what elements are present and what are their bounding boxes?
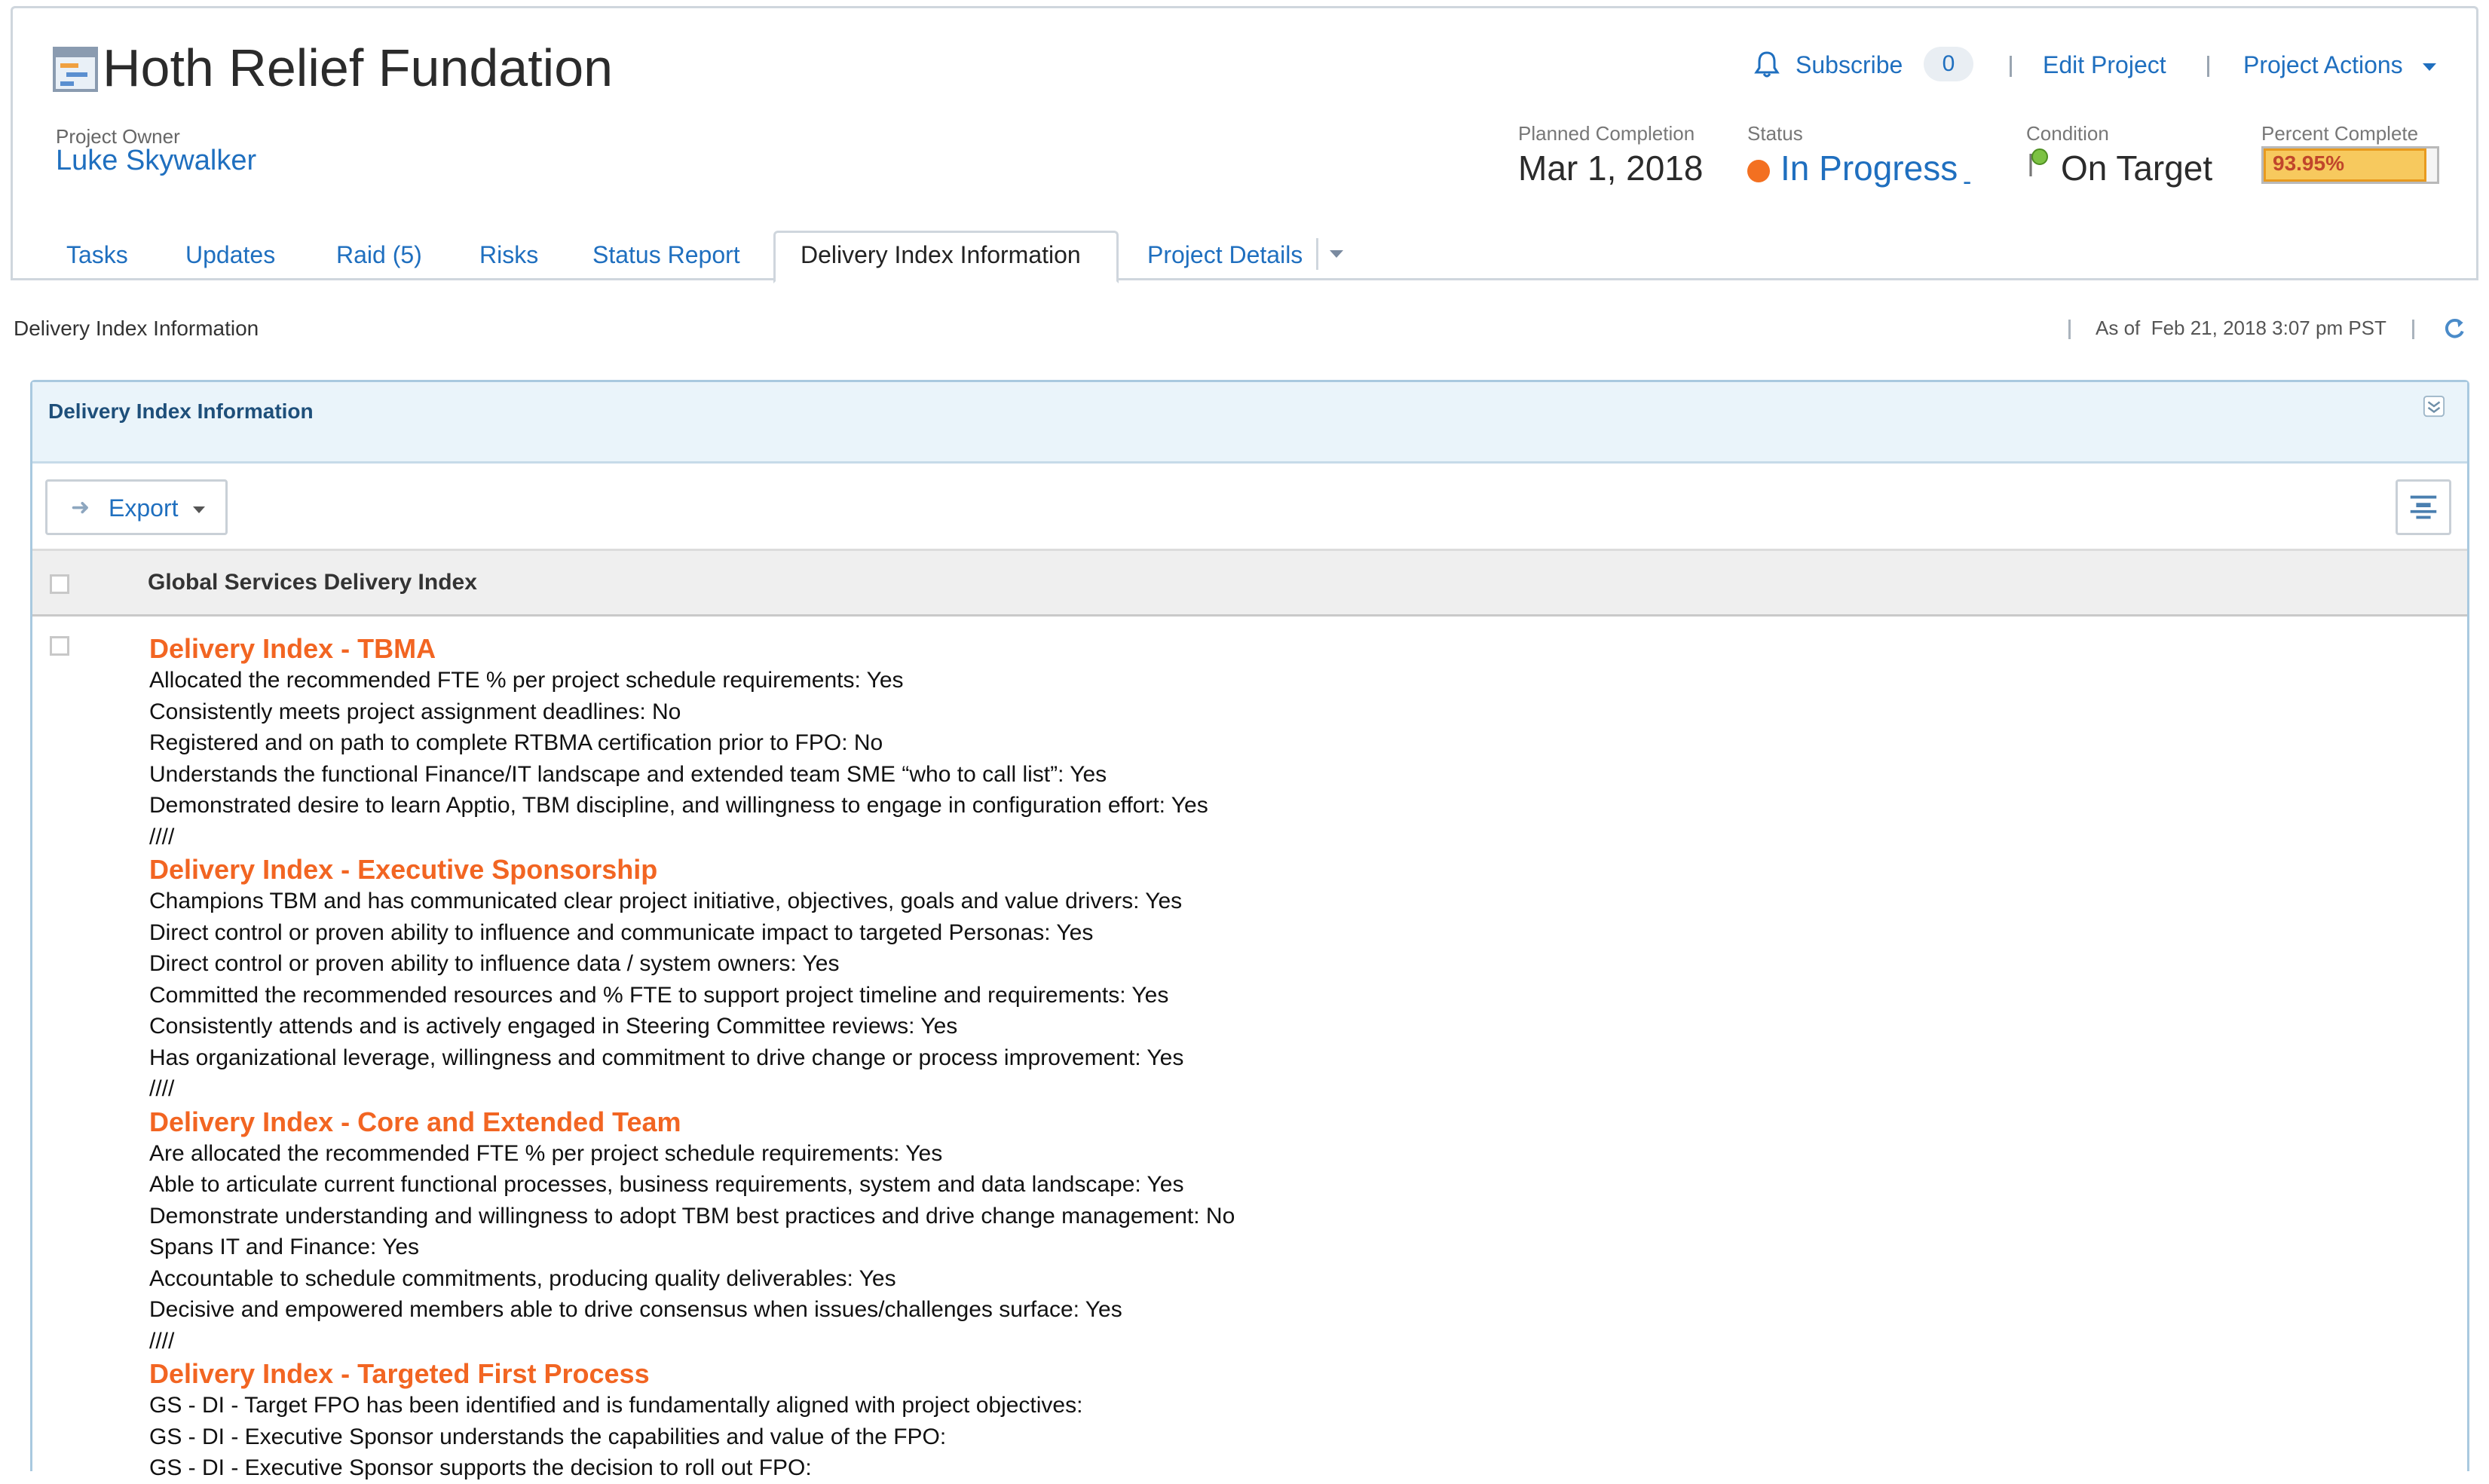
status-caret[interactable]: -: [1963, 167, 1971, 197]
tab-delivery-index-information-label[interactable]: Delivery Index Information: [801, 241, 1081, 269]
project-owner-link[interactable]: Luke Skywalker: [56, 145, 256, 177]
tab-project-details[interactable]: Project Details: [1147, 241, 1303, 269]
bell-icon[interactable]: [1752, 50, 1782, 80]
status-dot-icon: [1747, 160, 1770, 182]
index-line: GS - DI - Target FPO has been identified…: [149, 1393, 1083, 1418]
header-separator: [2010, 56, 2012, 77]
column-header-global-services-delivery-index[interactable]: Global Services Delivery Index: [148, 570, 477, 595]
asof-separator: [2412, 320, 2414, 339]
asof-separator: [2068, 320, 2071, 339]
column-settings-icon[interactable]: [2406, 490, 2441, 525]
percent-complete-label: Percent Complete: [2261, 122, 2419, 145]
index-line: Demonstrated desire to learn Apptio, TBM…: [149, 793, 1208, 818]
select-all-checkbox[interactable]: [50, 574, 69, 594]
section-title: Delivery Index - TBMA: [149, 633, 436, 664]
section-title: Delivery Index - Core and Extended Team: [149, 1106, 681, 1137]
project-actions-menu[interactable]: Project Actions: [2243, 51, 2403, 79]
tab-status-report[interactable]: Status Report: [592, 241, 740, 269]
as-of-timestamp: As of Feb 21, 2018 3:07 pm PST: [2096, 317, 2386, 339]
index-line: Demonstrate understanding and willingnes…: [149, 1203, 1235, 1229]
chevron-down-icon[interactable]: [2423, 63, 2436, 71]
index-line: Consistently attends and is actively eng…: [149, 1014, 958, 1039]
tab-raid[interactable]: Raid (5): [336, 241, 422, 269]
section-title: Delivery Index - Targeted First Process: [149, 1358, 650, 1389]
index-line: Direct control or proven ability to infl…: [149, 919, 1094, 945]
status-dropdown[interactable]: In Progress: [1780, 148, 1958, 188]
chevron-down-icon[interactable]: [193, 506, 205, 513]
row-checkbox[interactable]: [50, 636, 69, 656]
delivery-index-content: Delivery Index - TBMA Allocated the reco…: [149, 632, 2335, 1484]
index-line: Decisive and empowered members able to d…: [149, 1297, 1122, 1322]
index-line: Able to articulate current functional pr…: [149, 1172, 1184, 1197]
index-line: Has organizational leverage, willingness…: [149, 1045, 1184, 1070]
section-separator: ////: [149, 824, 175, 849]
condition-flag-icon: [2029, 148, 2048, 176]
section-separator: ////: [149, 1076, 175, 1101]
subscriber-count-badge: 0: [1924, 47, 1973, 81]
panel-title: Delivery Index Information: [48, 399, 314, 423]
tab-divider: [1316, 238, 1318, 270]
percent-complete-value: 93.95%: [2273, 151, 2344, 175]
index-line: Registered and on path to complete RTBMA…: [149, 730, 883, 755]
index-line: Are allocated the recommended FTE % per …: [149, 1140, 943, 1166]
tab-tasks[interactable]: Tasks: [66, 241, 128, 269]
condition-label: Condition: [2026, 122, 2109, 145]
index-line: Accountable to schedule commitments, pro…: [149, 1265, 896, 1291]
index-line: Consistently meets project assignment de…: [149, 699, 681, 724]
section-separator: ////: [149, 1328, 175, 1354]
condition-value: On Target: [2061, 148, 2213, 188]
tab-updates[interactable]: Updates: [185, 241, 275, 269]
index-line: GS - DI - Executive Sponsor understands …: [149, 1424, 947, 1449]
edit-project-link[interactable]: Edit Project: [2043, 51, 2166, 79]
index-line: Champions TBM and has communicated clear…: [149, 889, 1183, 913]
subscribe-link[interactable]: Subscribe: [1796, 51, 1903, 79]
index-line: Committed the recommended resources and …: [149, 982, 1169, 1008]
status-label: Status: [1747, 122, 1803, 145]
index-line: GS - DI - Executive Sponsor supports the…: [149, 1455, 812, 1480]
tab-risks[interactable]: Risks: [479, 241, 538, 269]
section-title: Delivery Index - Executive Sponsorship: [149, 854, 658, 885]
planned-completion-value: Mar 1, 2018: [1518, 148, 1704, 188]
index-line: Direct control or proven ability to infl…: [149, 951, 840, 976]
project-title: Hoth Relief Fundation: [103, 38, 614, 97]
tabs-more-chevron-icon[interactable]: [1330, 250, 1343, 258]
collapse-icon[interactable]: [2423, 395, 2445, 418]
panel-header: [32, 382, 2467, 464]
export-arrow-icon[interactable]: ➜: [71, 494, 90, 521]
header-separator: [2207, 56, 2209, 77]
index-line: Allocated the recommended FTE % per proj…: [149, 668, 904, 693]
planned-completion-label: Planned Completion: [1518, 122, 1695, 145]
index-line: Understands the functional Finance/IT la…: [149, 761, 1107, 787]
project-gantt-icon: [53, 47, 98, 92]
refresh-icon[interactable]: [2441, 315, 2468, 342]
percent-complete-bar: 93.95%: [2261, 146, 2439, 184]
page-title: Delivery Index Information: [14, 317, 259, 340]
index-line: Spans IT and Finance: Yes: [149, 1235, 420, 1259]
export-button-label[interactable]: Export: [109, 494, 178, 522]
